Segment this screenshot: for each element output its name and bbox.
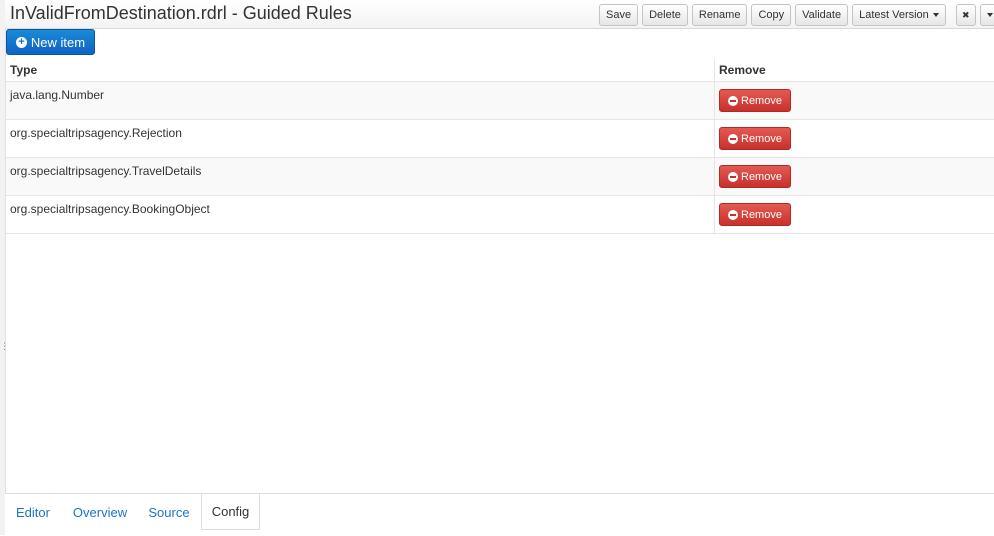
caret-down-icon — [933, 13, 939, 17]
editor-tabs: Editor Overview Source Config — [5, 493, 994, 536]
close-button[interactable]: ✖ — [956, 4, 976, 26]
column-header-remove: Remove — [715, 59, 994, 82]
type-cell: org.specialtripsagency.BookingObject — [6, 196, 715, 234]
remove-cell: Remove — [715, 82, 994, 120]
tab-source[interactable]: Source — [141, 494, 197, 530]
table-row: java.lang.Number Remove — [6, 82, 994, 120]
tab-overview[interactable]: Overview — [65, 494, 135, 530]
type-cell: java.lang.Number — [6, 82, 715, 120]
tab-editor[interactable]: Editor — [5, 494, 61, 530]
remove-button[interactable]: Remove — [719, 165, 791, 188]
caret-down-icon — [987, 13, 993, 17]
remove-cell: Remove — [715, 120, 994, 158]
table-row: org.specialtripsagency.Rejection Remove — [6, 120, 994, 158]
remove-label: Remove — [741, 95, 782, 107]
delete-button[interactable]: Delete — [642, 4, 688, 26]
remove-cell: Remove — [715, 158, 994, 196]
plus-circle-icon: + — [16, 37, 27, 48]
close-icon: ✖ — [962, 10, 970, 21]
imports-table: Type Remove java.lang.Number Remove org.… — [6, 59, 994, 234]
save-button[interactable]: Save — [599, 4, 638, 26]
minus-circle-icon — [728, 134, 738, 144]
remove-label: Remove — [741, 133, 782, 145]
rename-button[interactable]: Rename — [692, 4, 748, 26]
copy-button[interactable]: Copy — [751, 4, 791, 26]
minus-circle-icon — [728, 96, 738, 106]
remove-label: Remove — [741, 209, 782, 221]
validate-button[interactable]: Validate — [795, 4, 848, 26]
latest-version-label: Latest Version — [859, 9, 929, 21]
editor-header: InValidFromDestination.rdrl - Guided Rul… — [5, 0, 994, 29]
resize-handle-icon[interactable]: ⋮ — [0, 342, 9, 350]
column-header-type: Type — [6, 59, 715, 82]
type-cell: org.specialtripsagency.TravelDetails — [6, 158, 715, 196]
remove-cell: Remove — [715, 196, 994, 234]
type-cell: org.specialtripsagency.Rejection — [6, 120, 715, 158]
minus-circle-icon — [728, 172, 738, 182]
latest-version-dropdown[interactable]: Latest Version — [852, 4, 946, 26]
remove-button[interactable]: Remove — [719, 89, 791, 112]
options-dropdown-button[interactable] — [980, 4, 994, 26]
page-title: InValidFromDestination.rdrl - Guided Rul… — [10, 3, 352, 24]
remove-label: Remove — [741, 171, 782, 183]
new-item-label: New item — [31, 35, 85, 50]
table-row: org.specialtripsagency.BookingObject Rem… — [6, 196, 994, 234]
tab-config[interactable]: Config — [201, 494, 260, 530]
remove-button[interactable]: Remove — [719, 203, 791, 226]
new-item-button[interactable]: + New item — [6, 29, 95, 55]
minus-circle-icon — [728, 210, 738, 220]
table-row: org.specialtripsagency.TravelDetails Rem… — [6, 158, 994, 196]
remove-button[interactable]: Remove — [719, 127, 791, 150]
toolbar: Save Delete Rename Copy Validate Latest … — [599, 4, 994, 26]
